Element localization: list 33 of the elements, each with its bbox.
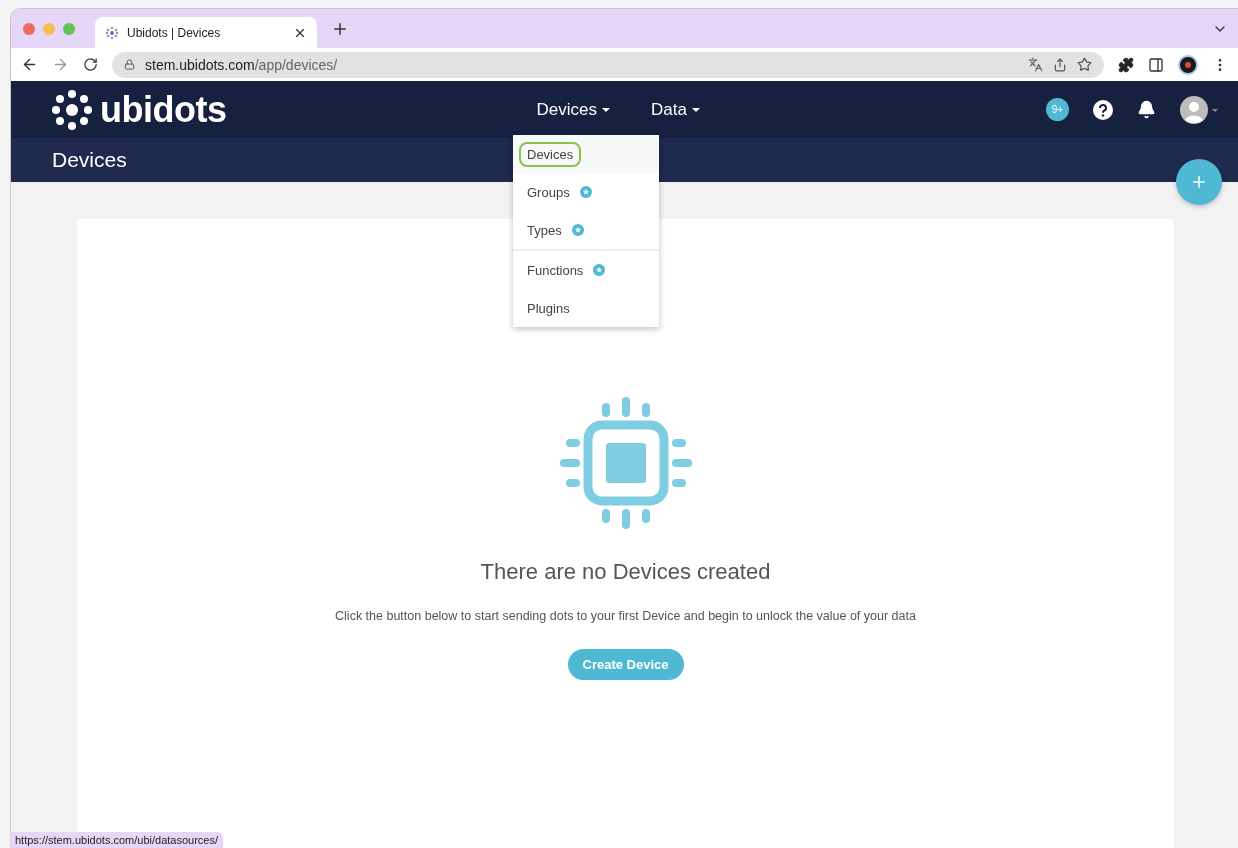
back-icon[interactable] — [21, 56, 38, 73]
help-icon[interactable] — [1093, 99, 1113, 120]
tab-title: Ubidots | Devices — [127, 25, 222, 40]
page-title: Devices — [52, 148, 127, 172]
plus-icon — [1190, 173, 1208, 191]
translate-icon[interactable] — [1028, 57, 1043, 72]
star-icon[interactable] — [1077, 57, 1092, 72]
status-url: https://stem.ubidots.com/ubi/datasources/ — [10, 832, 223, 848]
side-panel-icon[interactable] — [1148, 56, 1164, 73]
empty-title: There are no Devices created — [480, 559, 771, 585]
menu-item[interactable]: Devices — [513, 135, 659, 173]
nav-menu[interactable]: Devices — [536, 99, 611, 120]
logo-text: ubidots — [100, 88, 227, 131]
menu-item[interactable]: Types — [513, 211, 659, 249]
nav-menu[interactable]: Data — [650, 99, 701, 120]
logo-icon — [52, 89, 92, 130]
empty-text: Click the button below to start sending dots to your first Device and begin to unlock the value of your data — [335, 609, 916, 623]
address-bar[interactable]: stem.ubidots.com/app/devices/ — [112, 51, 1104, 78]
lock-icon — [124, 59, 135, 70]
bell-icon[interactable] — [1137, 100, 1156, 119]
menu-item[interactable]: Groups — [513, 173, 659, 211]
forward-icon[interactable] — [52, 56, 69, 73]
share-icon[interactable] — [1053, 57, 1067, 72]
puzzle-icon[interactable] — [1118, 56, 1134, 73]
browser-tab[interactable]: Ubidots | Devices — [95, 17, 317, 48]
avatar-icon[interactable] — [1180, 95, 1218, 124]
profile-icon[interactable] — [1178, 54, 1198, 75]
dots-icon — [105, 25, 119, 40]
menu-item[interactable]: Plugins — [513, 289, 659, 327]
reload-icon[interactable] — [83, 57, 98, 72]
chip-icon — [559, 397, 692, 529]
menu-item[interactable]: Functions — [513, 249, 659, 289]
url-text: stem.ubidots.com/app/devices/ — [145, 56, 339, 73]
